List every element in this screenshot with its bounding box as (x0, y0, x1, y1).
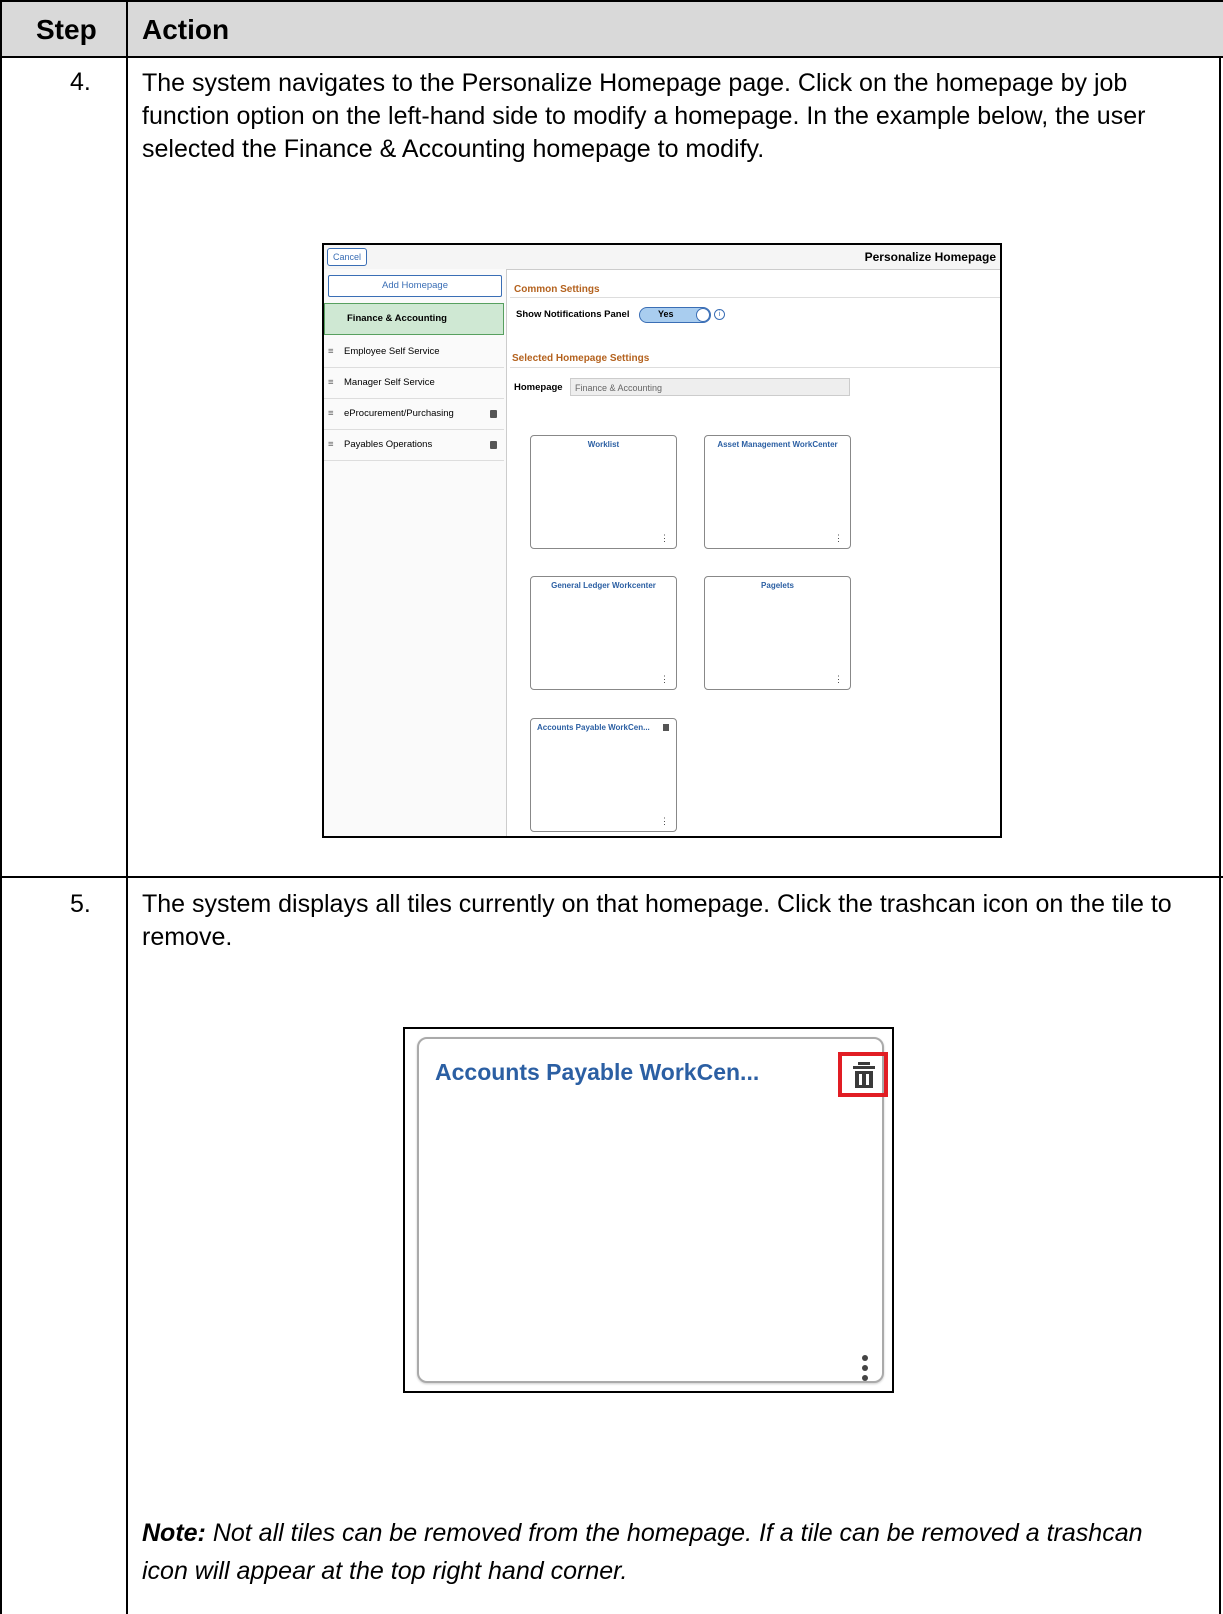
homepage-label: Homepage (514, 382, 563, 393)
step-number: 5. (70, 890, 91, 918)
homepage-sidebar: Add Homepage Finance & Accounting ≡ Empl… (324, 269, 507, 836)
show-notifications-label: Show Notifications Panel (516, 309, 630, 320)
tile-worklist[interactable]: Worklist ⋮ (530, 435, 677, 549)
sidebar-item-label: Payables Operations (344, 439, 433, 450)
drag-handle-icon[interactable]: ≡ (328, 368, 334, 398)
trash-icon[interactable] (852, 1062, 876, 1088)
tile-asset-management[interactable]: Asset Management WorkCenter ⋮ (704, 435, 851, 549)
tile-title: Accounts Payable WorkCen... (537, 723, 650, 732)
sidebar-item-label: Manager Self Service (344, 377, 435, 388)
divider (510, 297, 1000, 298)
trash-icon[interactable] (663, 724, 669, 731)
drag-handle-icon[interactable]: ≡ (328, 399, 334, 429)
tile-title: Pagelets (761, 581, 794, 590)
drag-handle-icon[interactable]: ≡ (328, 430, 334, 460)
tile-title: Accounts Payable WorkCen... (435, 1059, 760, 1085)
header-action: Action (142, 14, 230, 45)
cancel-button[interactable]: Cancel (327, 248, 368, 266)
step-text: The system displays all tiles currently … (142, 890, 1172, 951)
note-label: Note: (142, 1519, 206, 1547)
note-text: Note: Not all tiles can be removed from … (142, 1514, 1192, 1590)
homepage-field: Finance & Accounting (570, 378, 850, 396)
sidebar-item-finance-accounting[interactable]: Finance & Accounting (324, 303, 504, 335)
notifications-toggle[interactable]: Yes (639, 307, 711, 323)
procedure-table: Step Action 4. The system navigates to t… (0, 0, 1223, 1614)
header-step: Step (36, 14, 97, 45)
more-options-icon[interactable]: ⋮ (660, 674, 669, 685)
toggle-value: Yes (658, 309, 674, 319)
page-title: Personalize Homepage (864, 250, 996, 264)
trash-highlight-box (838, 1052, 888, 1097)
more-options-icon[interactable]: ⋮ (660, 816, 669, 827)
add-homepage-button[interactable]: Add Homepage (328, 275, 502, 297)
toggle-knob (696, 308, 710, 322)
tile-title: Worklist (587, 440, 620, 449)
sidebar-item-employee-self-service[interactable]: ≡ Employee Self Service (324, 337, 504, 368)
divider (510, 367, 1000, 368)
more-options-icon[interactable]: ⋮ (660, 533, 669, 544)
note-body: Not all tiles can be removed from the ho… (142, 1519, 1143, 1585)
row-divider (2, 876, 1223, 878)
sidebar-item-eprocurement[interactable]: ≡ eProcurement/Purchasing (324, 399, 504, 430)
selected-homepage-settings-heading: Selected Homepage Settings (512, 353, 650, 364)
tile-accounts-payable[interactable]: Accounts Payable WorkCen... ⋮ (530, 718, 677, 832)
sidebar-item-payables-operations[interactable]: ≡ Payables Operations (324, 430, 504, 461)
drag-handle-icon[interactable]: ≡ (328, 337, 334, 367)
step-number: 4. (70, 68, 91, 96)
more-options-icon[interactable]: ⋮ (834, 533, 843, 544)
sidebar-item-label: eProcurement/Purchasing (344, 408, 454, 419)
page-header-bar: Cancel Personalize Homepage (324, 245, 1000, 270)
sidebar-item-manager-self-service[interactable]: ≡ Manager Self Service (324, 368, 504, 399)
tile-title: General Ledger Workcenter (551, 581, 656, 590)
tile-title: Asset Management WorkCenter (717, 440, 838, 449)
tile-trash-screenshot: Accounts Payable WorkCen... (403, 1027, 894, 1393)
more-options-icon[interactable]: ⋮ (834, 674, 843, 685)
trash-icon[interactable] (490, 410, 497, 418)
accounts-payable-tile[interactable]: Accounts Payable WorkCen... (417, 1037, 888, 1383)
sidebar-item-label: Employee Self Service (344, 346, 440, 357)
column-divider (126, 0, 128, 1614)
info-icon[interactable]: i (714, 309, 725, 320)
trash-icon[interactable] (490, 441, 497, 449)
tile-general-ledger[interactable]: General Ledger Workcenter ⋮ (530, 576, 677, 690)
common-settings-heading: Common Settings (514, 284, 600, 295)
table-header: Step Action (2, 0, 1223, 58)
tile-pagelets[interactable]: Pagelets ⋮ (704, 576, 851, 690)
step-text: The system navigates to the Personalize … (142, 69, 1146, 163)
personalize-homepage-screenshot: Cancel Personalize Homepage Add Homepage… (322, 243, 1002, 838)
more-options-icon[interactable] (861, 1354, 869, 1382)
